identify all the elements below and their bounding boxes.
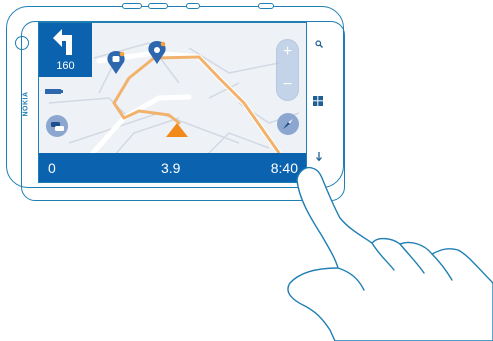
finger-tap-illustration [287,166,493,341]
